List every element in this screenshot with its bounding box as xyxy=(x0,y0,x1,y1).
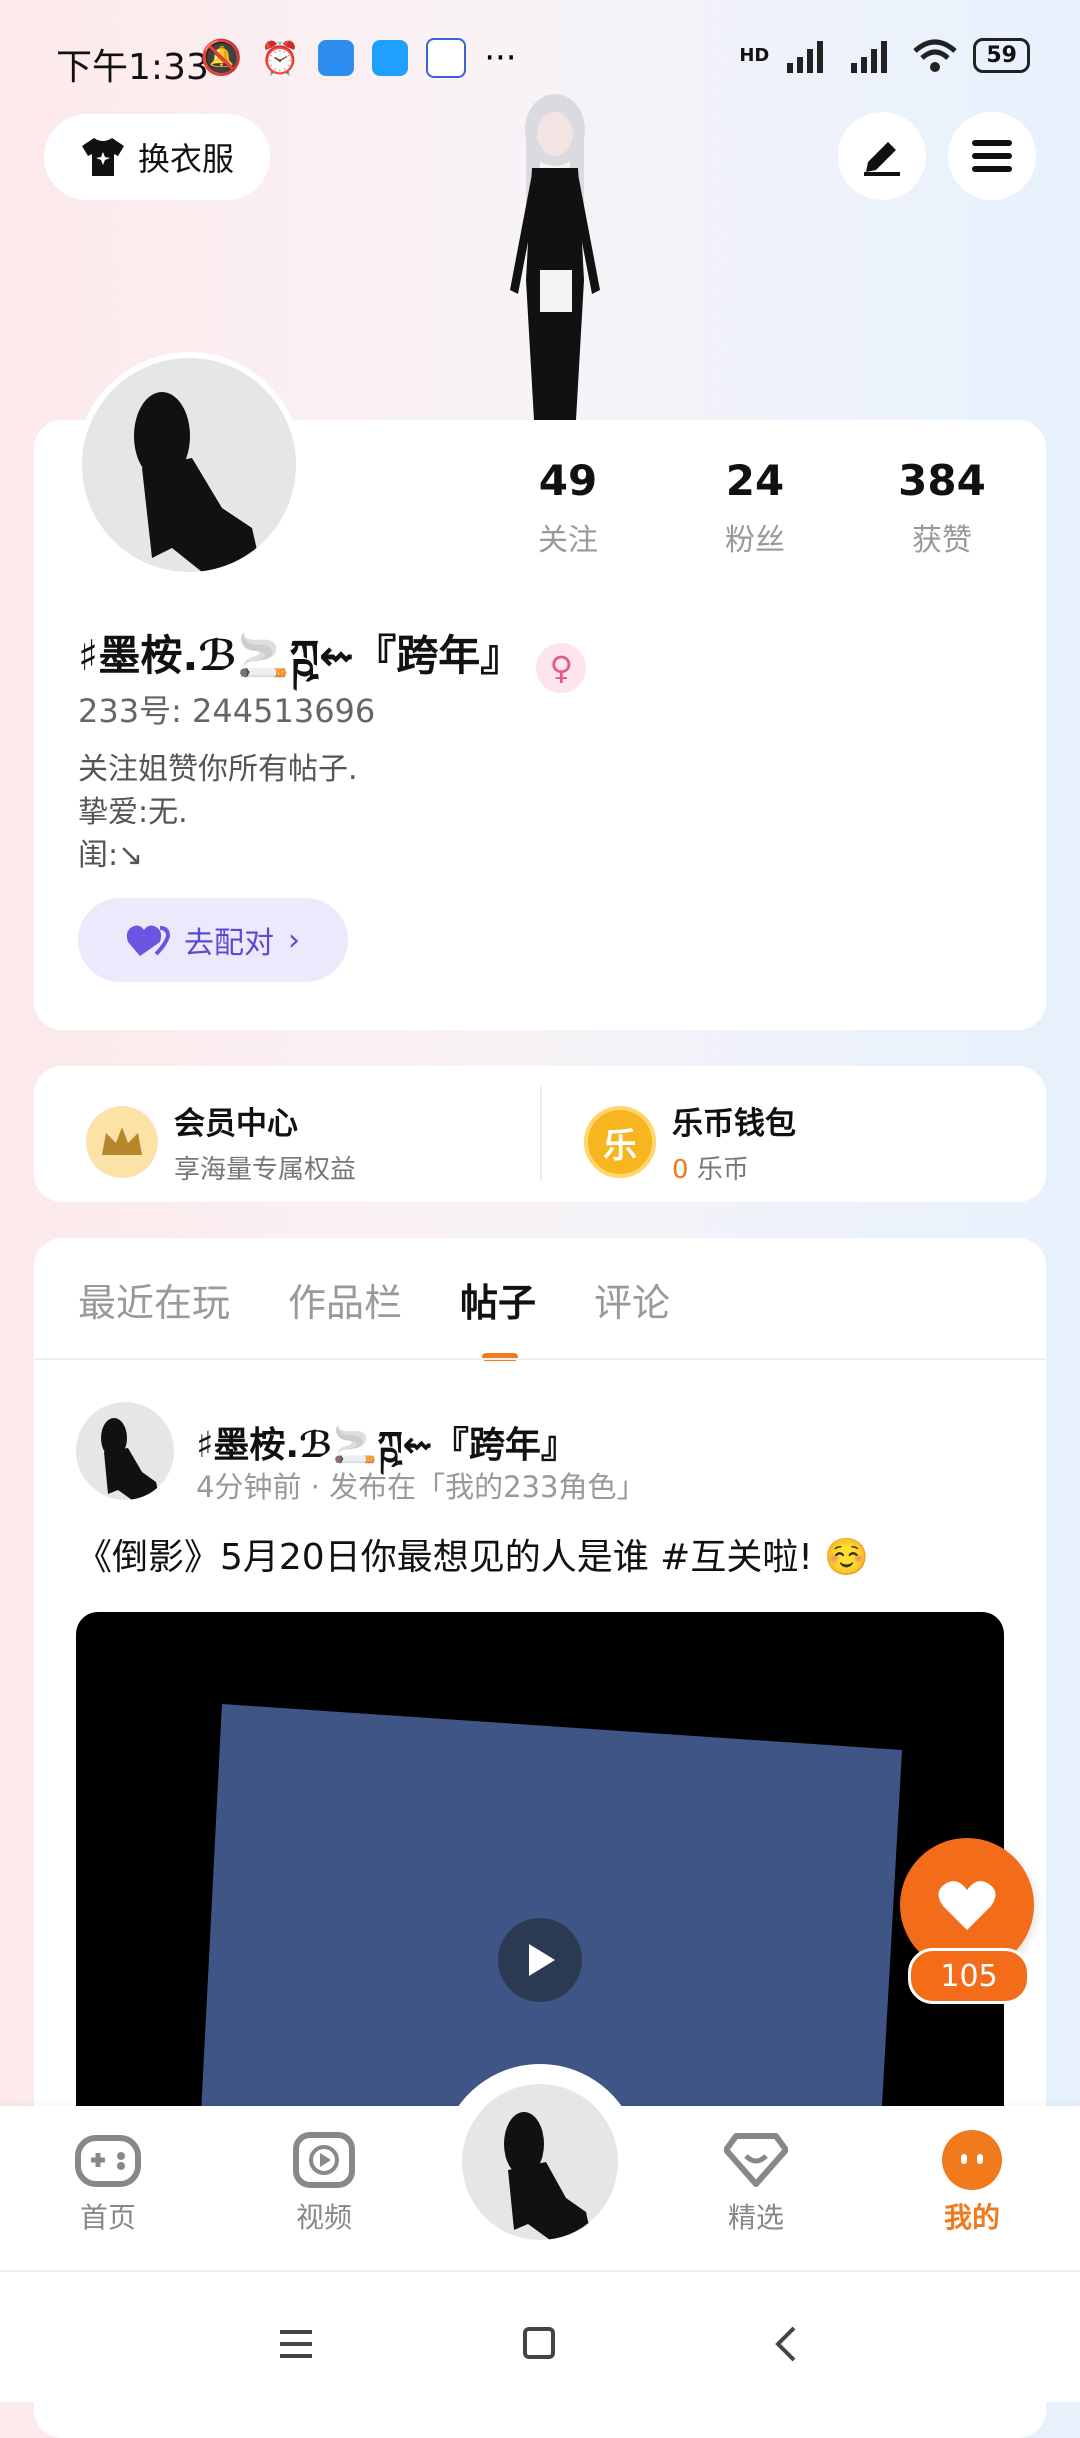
vip-center[interactable]: 会员中心 享海量专属权益 xyxy=(86,1098,356,1186)
pair-label: 去配对 xyxy=(184,926,274,961)
tab-comments[interactable]: 评论 xyxy=(594,1272,670,1327)
wallet-title: 乐币钱包 xyxy=(672,1106,796,1142)
nav-avatar[interactable] xyxy=(462,2084,618,2240)
wallet-amount: 0 xyxy=(672,1155,689,1185)
stat-label: 粉丝 xyxy=(725,523,785,558)
wifi-icon xyxy=(913,39,958,72)
nav-featured[interactable]: 精选 xyxy=(696,2124,816,2236)
post-meta: 4分钟前 · 发布在「我的233角色」 xyxy=(196,1470,646,1504)
bio-line: 闺:↘ xyxy=(78,838,144,873)
post-author-avatar[interactable] xyxy=(76,1402,174,1500)
play-button[interactable] xyxy=(498,1918,582,2002)
status-left-icons: 🔕 ⏰ ··· xyxy=(200,38,517,78)
nav-label: 我的 xyxy=(943,2201,1000,2234)
recent-apps-icon[interactable] xyxy=(278,2328,314,2360)
edit-button[interactable] xyxy=(838,112,926,200)
nav-home[interactable]: 首页 xyxy=(48,2124,168,2236)
signal-icon xyxy=(787,40,824,73)
face-icon xyxy=(912,2124,1032,2196)
like-count: 105 xyxy=(908,1948,1030,2004)
play-icon xyxy=(529,1944,555,1976)
avatar-character[interactable] xyxy=(480,90,630,420)
cloud-app-icon xyxy=(318,40,355,76)
profile-avatar[interactable] xyxy=(76,352,302,578)
menu-button[interactable] xyxy=(948,112,1036,200)
tab-posts[interactable]: 帖子 xyxy=(460,1272,536,1361)
bio-line: 挚爱:无. xyxy=(78,795,188,830)
vip-subtitle: 享海量专属权益 xyxy=(174,1155,357,1185)
stat-number: 384 xyxy=(898,456,986,505)
pencil-icon xyxy=(864,142,900,176)
post-text[interactable]: 《倒影》5月20日你最想见的人是谁 #互关啦! ☺️ xyxy=(76,1528,869,1580)
system-nav-bar xyxy=(0,2270,1080,2402)
wallet-unit: 乐币 xyxy=(696,1155,749,1185)
gender-female-icon: ♀ xyxy=(536,642,587,693)
alarm-icon: ⏰ xyxy=(260,39,301,77)
stat-label: 关注 xyxy=(538,523,598,558)
stat-following[interactable]: 49 关注 xyxy=(488,456,648,559)
avatar-silhouette xyxy=(134,392,262,572)
avatar-silhouette xyxy=(101,1418,160,1500)
coin-wallet[interactable]: 乐 乐币钱包 0 乐币 xyxy=(584,1098,796,1186)
vip-title: 会员中心 xyxy=(174,1106,298,1142)
coin-icon: 乐 xyxy=(584,1106,656,1178)
pair-button[interactable]: 去配对 › xyxy=(78,898,348,982)
heart-pair-icon xyxy=(126,925,170,956)
battery-indicator: 59 xyxy=(973,38,1030,73)
profile-tabs: 最近在玩 作品栏 帖子 评论 xyxy=(78,1272,670,1361)
tshirt-icon xyxy=(81,138,124,176)
home-icon[interactable] xyxy=(522,2326,556,2360)
nav-mine[interactable]: 我的 xyxy=(912,2124,1032,2236)
menu-icon xyxy=(972,140,1012,172)
status-time: 下午1:33 xyxy=(56,47,209,88)
status-right: HD 59 xyxy=(739,38,1030,73)
gamepad-icon xyxy=(48,2124,168,2196)
stat-number: 49 xyxy=(538,456,598,505)
nav-label: 首页 xyxy=(79,2201,136,2234)
bio: 关注姐赞你所有帖子. 挚爱:无. 闺:↘ xyxy=(78,748,358,877)
crown-icon xyxy=(86,1106,158,1178)
tab-works[interactable]: 作品栏 xyxy=(288,1272,402,1327)
baidu-icon xyxy=(426,38,467,78)
signal-icon-2 xyxy=(851,40,888,73)
stat-followers[interactable]: 24 粉丝 xyxy=(675,456,835,559)
member-divider xyxy=(540,1086,542,1182)
mute-icon: 🔕 xyxy=(200,38,243,78)
network-label: HD xyxy=(739,45,770,66)
nav-label: 视频 xyxy=(295,2201,352,2234)
change-outfit-button[interactable]: 换衣服 xyxy=(44,114,270,200)
nav-label: 精选 xyxy=(727,2201,784,2234)
app-icon xyxy=(372,40,409,76)
tabs-divider xyxy=(34,1358,1046,1360)
chevron-right-icon: › xyxy=(288,922,300,958)
more-icon: ··· xyxy=(484,38,517,78)
user-id: 233号: 244513696 xyxy=(78,692,376,730)
stat-label: 获赞 xyxy=(912,523,972,558)
tab-recent-play[interactable]: 最近在玩 xyxy=(78,1272,230,1327)
stat-number: 24 xyxy=(725,456,785,505)
back-icon[interactable] xyxy=(774,2326,798,2362)
bio-line: 关注姐赞你所有帖子. xyxy=(78,752,358,787)
video-icon xyxy=(264,2124,384,2196)
heart-box-icon xyxy=(696,2124,816,2196)
outfit-label: 换衣服 xyxy=(137,140,234,178)
avatar-silhouette xyxy=(504,2112,592,2240)
wallet-balance: 0 乐币 xyxy=(672,1149,796,1186)
heart-icon xyxy=(938,1881,996,1930)
nav-video[interactable]: 视频 xyxy=(264,2124,384,2236)
stat-likes[interactable]: 384 获赞 xyxy=(862,456,1022,559)
